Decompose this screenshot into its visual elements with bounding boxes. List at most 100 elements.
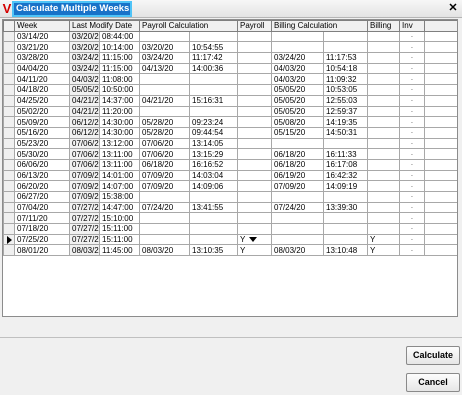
payroll-flag-cell[interactable]: [237, 223, 273, 235]
payroll-calc-date-cell[interactable]: [139, 233, 190, 246]
billing-calc-date-cell[interactable]: 05/15/20: [271, 126, 325, 139]
billing-flag-cell[interactable]: [367, 137, 401, 150]
inv-cell[interactable]: ·: [399, 212, 426, 225]
billing-calc-date-cell[interactable]: 05/08/20: [271, 116, 325, 128]
last-modify-date-cell[interactable]: 08/03/20: [69, 244, 100, 257]
last-modify-date-cell[interactable]: 07/09/20: [69, 191, 100, 203]
week-cell[interactable]: 04/11/20: [14, 73, 70, 86]
row-selector[interactable]: [3, 30, 15, 43]
payroll-calc-time-cell[interactable]: 09:23:24: [188, 116, 239, 128]
billing-calc-time-cell[interactable]: [323, 191, 369, 203]
last-modify-time-cell[interactable]: 14:30:00: [99, 126, 140, 139]
last-modify-time-cell[interactable]: 15:11:00: [99, 223, 140, 235]
payroll-calc-date-cell[interactable]: 05/28/20: [139, 126, 190, 139]
last-modify-date-cell[interactable]: 07/06/20: [69, 137, 100, 150]
billing-calc-time-cell[interactable]: [323, 212, 369, 225]
inv-cell[interactable]: ·: [399, 41, 426, 54]
last-modify-time-cell[interactable]: 08:44:00: [99, 30, 140, 43]
billing-calc-time-cell[interactable]: [323, 233, 369, 246]
last-modify-date-cell[interactable]: 07/09/20: [69, 180, 100, 192]
inv-cell[interactable]: ·: [399, 62, 426, 75]
table-row[interactable]: 07/04/2007/27/2014:47:0007/24/2013:41:55…: [3, 201, 457, 214]
payroll-flag-cell[interactable]: [237, 191, 273, 203]
col-header-payroll-calculation[interactable]: Payroll Calculation: [138, 20, 239, 32]
last-modify-time-cell[interactable]: 15:10:00: [99, 212, 140, 225]
payroll-calc-time-cell[interactable]: [188, 223, 239, 235]
billing-flag-cell[interactable]: Y: [367, 244, 401, 257]
billing-calc-time-cell[interactable]: 13:39:30: [323, 201, 369, 214]
billing-calc-time-cell[interactable]: [323, 137, 369, 150]
last-modify-date-cell[interactable]: 07/27/20: [69, 212, 100, 225]
payroll-flag-cell[interactable]: Y: [237, 244, 273, 257]
payroll-calc-time-cell[interactable]: 11:17:42: [188, 52, 239, 64]
weeks-grid[interactable]: Week Last Modify Date Payroll Calculatio…: [2, 19, 458, 317]
last-modify-date-cell[interactable]: 05/05/20: [69, 84, 100, 96]
billing-calc-date-cell[interactable]: 03/24/20: [271, 52, 325, 64]
inv-cell[interactable]: ·: [399, 73, 426, 86]
last-modify-date-cell[interactable]: 04/03/20: [69, 73, 100, 86]
table-row[interactable]: 06/13/2007/09/2014:01:0007/09/2014:03:04…: [3, 169, 457, 182]
billing-flag-cell[interactable]: [367, 62, 401, 75]
table-row[interactable]: 07/25/2007/27/2015:11:00YY·: [3, 233, 457, 246]
table-row[interactable]: 05/16/2006/12/2014:30:0005/28/2009:44:54…: [3, 126, 457, 139]
week-cell[interactable]: 06/13/20: [14, 169, 70, 182]
table-row[interactable]: 05/02/2004/21/2011:20:00 05/05/2012:59:37…: [3, 105, 457, 118]
row-selector[interactable]: [3, 137, 15, 150]
payroll-calc-date-cell[interactable]: 03/20/20: [139, 41, 190, 54]
last-modify-time-cell[interactable]: 10:50:00: [99, 84, 140, 96]
week-cell[interactable]: 03/21/20: [14, 41, 70, 54]
billing-flag-cell[interactable]: [367, 116, 401, 128]
last-modify-date-cell[interactable]: 03/24/20: [69, 52, 100, 64]
payroll-calc-time-cell[interactable]: 16:16:52: [188, 158, 239, 171]
payroll-calc-date-cell[interactable]: 07/24/20: [139, 201, 190, 214]
payroll-calc-date-cell[interactable]: [139, 212, 190, 225]
payroll-calc-time-cell[interactable]: [188, 212, 239, 225]
col-header-billing-calculation[interactable]: Billing Calculation: [271, 20, 369, 32]
last-modify-time-cell[interactable]: 11:15:00: [99, 52, 140, 64]
billing-flag-cell[interactable]: [367, 41, 401, 54]
row-selector[interactable]: [3, 233, 15, 246]
payroll-calc-date-cell[interactable]: [139, 30, 190, 43]
week-cell[interactable]: 04/04/20: [14, 62, 70, 75]
row-selector[interactable]: [3, 180, 15, 192]
inv-cell[interactable]: ·: [399, 105, 426, 118]
week-cell[interactable]: 08/01/20: [14, 244, 70, 257]
inv-cell[interactable]: ·: [399, 84, 426, 96]
payroll-flag-cell[interactable]: [237, 137, 273, 150]
inv-cell[interactable]: ·: [399, 191, 426, 203]
week-cell[interactable]: 05/02/20: [14, 105, 70, 118]
billing-calc-date-cell[interactable]: 07/09/20: [271, 180, 325, 192]
table-row[interactable]: 07/11/2007/27/2015:10:00 ·: [3, 212, 457, 225]
last-modify-date-cell[interactable]: 07/27/20: [69, 223, 100, 235]
cancel-button[interactable]: Cancel: [406, 373, 460, 392]
payroll-flag-select[interactable]: Y: [237, 233, 273, 246]
table-row[interactable]: 05/09/2006/12/2014:30:0005/28/2009:23:24…: [3, 116, 457, 128]
last-modify-time-cell[interactable]: 11:45:00: [99, 244, 140, 257]
last-modify-date-cell[interactable]: 06/12/20: [69, 126, 100, 139]
row-selector[interactable]: [3, 73, 15, 86]
week-cell[interactable]: 07/04/20: [14, 201, 70, 214]
table-row[interactable]: 07/18/2007/27/2015:11:00 ·: [3, 223, 457, 235]
payroll-flag-cell[interactable]: [237, 84, 273, 96]
last-modify-date-cell[interactable]: 07/06/20: [69, 158, 100, 171]
last-modify-date-cell[interactable]: 06/12/20: [69, 116, 100, 128]
table-row[interactable]: 06/27/2007/09/2015:38:00 ·: [3, 191, 457, 203]
payroll-calc-time-cell[interactable]: [188, 233, 239, 246]
last-modify-date-cell[interactable]: 07/09/20: [69, 169, 100, 182]
inv-cell[interactable]: ·: [399, 30, 426, 43]
payroll-calc-date-cell[interactable]: 08/03/20: [139, 244, 190, 257]
billing-calc-time-cell[interactable]: [323, 30, 369, 43]
payroll-calc-date-cell[interactable]: 03/24/20: [139, 52, 190, 64]
billing-flag-cell[interactable]: [367, 148, 401, 160]
inv-cell[interactable]: ·: [399, 116, 426, 128]
billing-calc-time-cell[interactable]: [323, 41, 369, 54]
inv-cell[interactable]: ·: [399, 94, 426, 107]
last-modify-time-cell[interactable]: 13:12:00: [99, 137, 140, 150]
payroll-calc-time-cell[interactable]: 13:15:29: [188, 148, 239, 160]
payroll-calc-date-cell[interactable]: 07/09/20: [139, 169, 190, 182]
inv-cell[interactable]: ·: [399, 52, 426, 64]
last-modify-date-cell[interactable]: 04/21/20: [69, 94, 100, 107]
billing-calc-time-cell[interactable]: 14:19:35: [323, 116, 369, 128]
payroll-calc-time-cell[interactable]: 15:16:31: [188, 94, 239, 107]
last-modify-time-cell[interactable]: 11:20:00: [99, 105, 140, 118]
